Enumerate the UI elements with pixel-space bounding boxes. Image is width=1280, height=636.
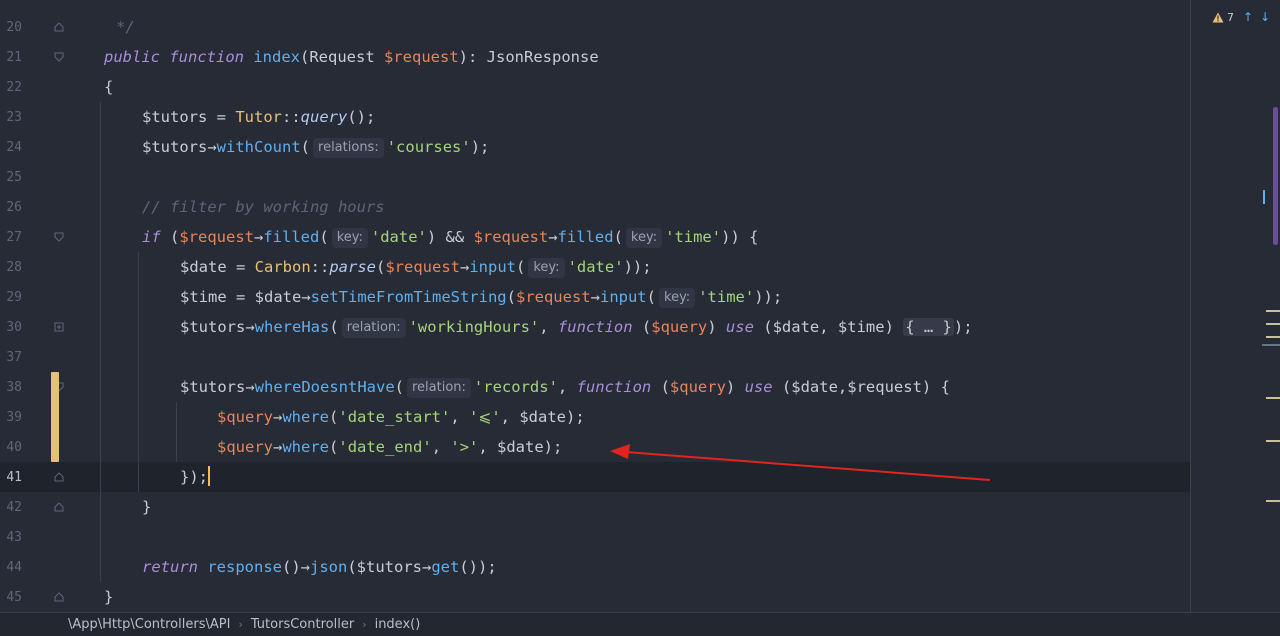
chevron-right-icon: › <box>362 618 367 631</box>
breadcrumb-class[interactable]: TutorsController <box>251 617 354 632</box>
breadcrumb: \App\Http\Controllers\API › TutorsContro… <box>0 612 1280 636</box>
breadcrumb-namespace[interactable]: \App\Http\Controllers\API <box>68 617 230 632</box>
breadcrumb-method[interactable]: index() <box>375 617 421 632</box>
annotation-arrow <box>610 444 991 481</box>
chevron-right-icon: › <box>238 618 243 631</box>
